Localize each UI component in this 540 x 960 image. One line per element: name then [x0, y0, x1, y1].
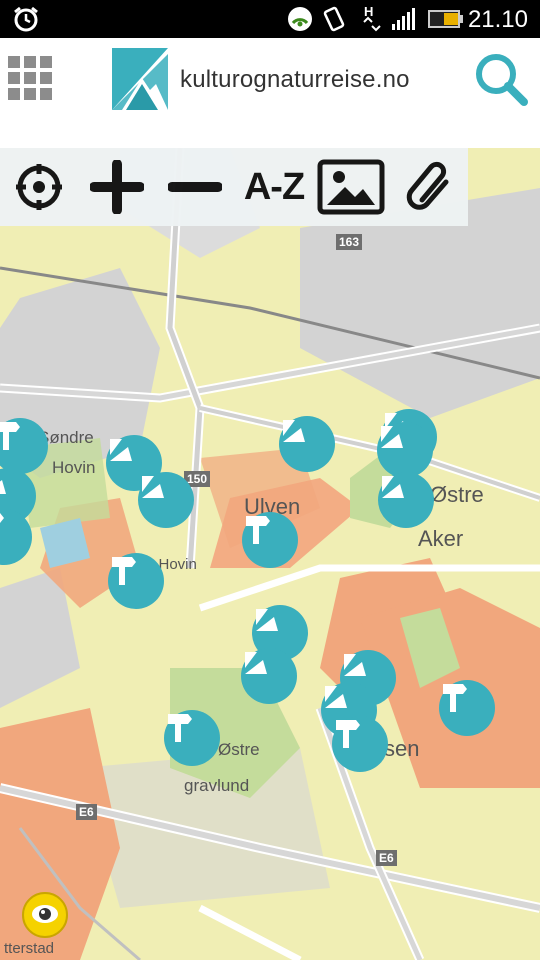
alarm-icon	[14, 6, 38, 32]
trail-signpost-pin[interactable]	[332, 716, 388, 772]
culture-site-pin[interactable]	[241, 648, 297, 704]
image-icon	[317, 159, 385, 215]
h-data-icon: H	[363, 4, 381, 32]
locate-icon	[16, 164, 62, 210]
battery-icon	[428, 10, 463, 28]
signpost-icon	[168, 714, 192, 742]
zoom-in-icon	[90, 160, 144, 214]
signpost-icon	[0, 513, 4, 523]
culture-site-pin[interactable]	[378, 472, 434, 528]
clock: 21.10	[467, 6, 528, 33]
map-label: Hovin	[52, 458, 96, 477]
map-label: Østre	[218, 740, 260, 759]
signpost-icon	[0, 422, 20, 450]
svg-text:H: H	[364, 4, 373, 19]
brand-name[interactable]: kulturognaturreise.no	[180, 66, 410, 94]
map-label: gravlund	[184, 776, 250, 795]
road-shield-e6: E6	[376, 850, 397, 866]
culture-site-icon	[325, 686, 347, 708]
grid-menu-button[interactable]	[8, 56, 54, 102]
culture-site-icon	[283, 420, 305, 442]
zoom-in-button[interactable]	[88, 156, 146, 218]
culture-site-icon	[0, 480, 6, 494]
zoom-out-button[interactable]	[166, 156, 224, 218]
wifi-icon	[288, 7, 312, 31]
locate-button[interactable]	[12, 156, 66, 218]
culture-site-icon	[142, 476, 164, 498]
culture-site-icon	[110, 439, 132, 461]
map-label: sen	[384, 736, 420, 761]
signpost-icon	[246, 516, 270, 544]
signal-icon	[392, 8, 415, 30]
road-shield-e6: E6	[76, 804, 97, 820]
trail-signpost-pin[interactable]	[164, 710, 220, 766]
a-z-button[interactable]: A-Z	[236, 156, 312, 218]
trail-signpost-pin[interactable]	[108, 553, 164, 609]
image-button[interactable]	[316, 156, 386, 218]
culture-site-icon	[256, 609, 278, 631]
culture-site-icon	[344, 654, 366, 676]
map-label: Aker	[418, 526, 464, 551]
status-bar: H 21.10	[0, 0, 540, 38]
signpost-icon	[336, 720, 360, 748]
map-view[interactable]: 163 150 E6 E6 Søndre Hovin Ulven Østre A…	[0, 148, 540, 960]
app-header: kulturognaturreise.no	[0, 38, 540, 148]
culture-site-pin[interactable]	[377, 422, 433, 478]
link-button[interactable]	[400, 156, 458, 218]
status-icons: H	[288, 4, 415, 32]
search-icon[interactable]	[470, 48, 530, 108]
logo-icon[interactable]	[112, 48, 168, 110]
zoom-out-icon	[168, 182, 222, 192]
map-toolbar: A-Z	[0, 148, 468, 226]
culture-site-pin[interactable]	[138, 472, 194, 528]
trail-signpost-pin[interactable]	[439, 680, 495, 736]
culture-site-icon	[381, 426, 403, 448]
signpost-icon	[443, 684, 467, 712]
map-label: tterstad	[4, 940, 55, 957]
trail-signpost-pin[interactable]	[242, 512, 298, 568]
road-shield-163: 163	[336, 234, 363, 250]
signpost-icon	[112, 557, 136, 585]
link-icon	[406, 161, 449, 210]
vibrate-icon	[323, 6, 345, 32]
street-view-pegman[interactable]	[22, 892, 68, 938]
a-z-label: A-Z	[243, 165, 305, 208]
eye-icon	[32, 905, 58, 923]
map-label: Østre	[430, 482, 484, 507]
culture-site-pin[interactable]	[279, 416, 335, 472]
culture-site-icon	[245, 652, 267, 674]
culture-site-icon	[382, 476, 404, 498]
